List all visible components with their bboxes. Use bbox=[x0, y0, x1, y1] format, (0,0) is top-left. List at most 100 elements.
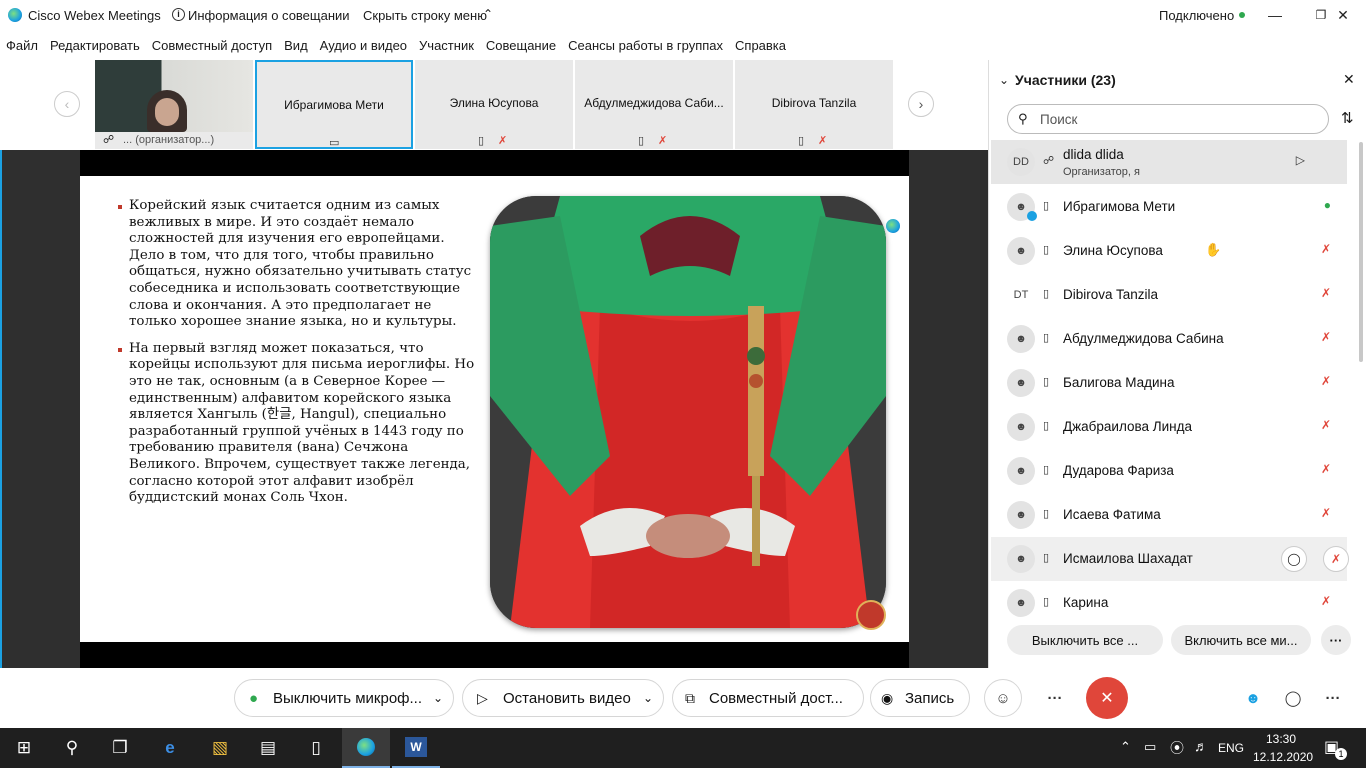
thumbnail-participant[interactable]: Абдулмеджидова Саби... ▯ ✗ bbox=[575, 60, 733, 149]
status-dot-icon bbox=[1239, 12, 1245, 18]
participant-row[interactable]: ☻ ▯ Карина ✗ bbox=[991, 581, 1347, 625]
more-panels-button[interactable]: ··· bbox=[1314, 679, 1352, 717]
participant-search[interactable]: ⚲ Поиск bbox=[1007, 104, 1329, 134]
menu-share[interactable]: Совместный доступ bbox=[152, 38, 272, 53]
store-icon[interactable]: ▤ bbox=[244, 728, 292, 768]
video-camera-icon: ▷ bbox=[1295, 153, 1305, 167]
tray-chevron-up-icon[interactable]: ⌃ bbox=[1120, 739, 1131, 755]
mute-all-button[interactable]: Выключить все ... bbox=[1007, 625, 1163, 655]
word-icon[interactable]: W bbox=[392, 728, 440, 768]
stop-video-button[interactable]: ▷ Остановить видео ⌄ bbox=[462, 679, 664, 717]
battery-icon[interactable]: ▭ bbox=[1144, 739, 1156, 755]
participant-row[interactable]: ☻ ▯ Элина Юсупова ✋ ✗ bbox=[991, 229, 1347, 273]
document-icon[interactable]: ▯ bbox=[292, 728, 340, 768]
word-logo-icon: W bbox=[405, 737, 427, 757]
thumbnail-organizer[interactable]: ☍ ... (организатор...) bbox=[95, 60, 253, 149]
participant-name: Дударова Фариза bbox=[1063, 463, 1174, 478]
chevron-down-icon[interactable]: ⌄ bbox=[433, 691, 443, 705]
menu-file[interactable]: Файл bbox=[6, 38, 38, 53]
hide-menu-button[interactable]: Скрыть строку меню bbox=[363, 0, 487, 30]
phone-icon: ▯ bbox=[1043, 508, 1050, 520]
connection-status: Подключено bbox=[1159, 7, 1235, 23]
slide-text: Корейский язык считается одним из самых … bbox=[116, 198, 476, 517]
menu-help[interactable]: Справка bbox=[735, 38, 786, 53]
raised-hand-icon: ✋ bbox=[1205, 242, 1222, 257]
thumbnail-participant[interactable]: Ибрагимова Мети ▭ bbox=[255, 60, 413, 149]
end-call-button[interactable]: ✕ bbox=[1086, 677, 1128, 719]
prev-thumbnails-button[interactable]: ‹ bbox=[54, 91, 80, 117]
participant-row[interactable]: ☻ ▯ Абдулмеджидова Сабина ✗ bbox=[991, 317, 1347, 361]
start-windows-icon[interactable]: ⊞ bbox=[0, 728, 48, 768]
avatar: ☻ bbox=[1007, 501, 1035, 529]
slide-photo-hanbok bbox=[490, 196, 886, 628]
headset-icon: ☍ bbox=[103, 134, 115, 146]
menu-view[interactable]: Вид bbox=[284, 38, 308, 53]
task-view-icon[interactable]: ❐ bbox=[96, 728, 144, 768]
mic-muted-icon: ✗ bbox=[1320, 286, 1331, 300]
chat-panel-button[interactable]: ◯ bbox=[1274, 679, 1312, 717]
close-panel-button[interactable]: ✕ bbox=[1343, 71, 1355, 88]
phone-icon: ▯ bbox=[1043, 200, 1050, 212]
slide-paragraph: На первый взгляд может показаться, что к… bbox=[116, 341, 476, 507]
participants-panel: ⌄ Участники (23) ✕ ⚲ Поиск ⇅ DD ☍ dlida … bbox=[988, 60, 1366, 668]
headset-icon: ☍ bbox=[1043, 155, 1055, 167]
avatar: ☻ bbox=[1007, 413, 1035, 441]
participant-row[interactable]: ☻ ▯ Балигова Мадина ✗ bbox=[991, 361, 1347, 405]
sort-icon[interactable]: ⇅ bbox=[1341, 109, 1354, 127]
mic-muted-icon: ✗ bbox=[1320, 594, 1331, 608]
reactions-button[interactable]: ☺ bbox=[984, 679, 1022, 717]
clock-date[interactable]: 12.12.2020 bbox=[1253, 750, 1313, 764]
more-actions-button[interactable]: ··· bbox=[1036, 679, 1074, 717]
edge-browser-icon[interactable]: e bbox=[146, 728, 194, 768]
meeting-info-button[interactable]: Информация о совещании bbox=[188, 0, 350, 30]
mic-muted-button[interactable]: ✗ bbox=[1323, 546, 1349, 572]
share-icon: ⧉ bbox=[685, 689, 695, 706]
search-input[interactable]: Поиск bbox=[1040, 112, 1077, 127]
menu-meeting[interactable]: Совещание bbox=[486, 38, 556, 53]
avatar: ☻ bbox=[1007, 589, 1035, 617]
participant-row[interactable]: ☻ ▯ Исмаилова Шахадат ◯ ✗ bbox=[991, 537, 1349, 581]
share-button[interactable]: ⧉ Совместный дост... bbox=[672, 679, 864, 717]
participants-panel-button[interactable]: ☻ bbox=[1234, 679, 1272, 717]
collapse-chevron-icon[interactable]: ⌄ bbox=[999, 73, 1009, 87]
mute-button[interactable]: ● Выключить микроф... ⌄ bbox=[234, 679, 454, 717]
windows-taskbar: ⊞ ⚲ ❐ e ▧ ▤ ▯ W ⌃ ▭ ⦿ ♬ ENG 13:30 12.12.… bbox=[0, 728, 1366, 768]
slide-paragraph: Корейский язык считается одним из самых … bbox=[116, 198, 476, 331]
wifi-icon[interactable]: ⦿ bbox=[1170, 738, 1184, 758]
close-window-button[interactable]: ✕ bbox=[1320, 0, 1366, 30]
clock-time[interactable]: 13:30 bbox=[1266, 732, 1296, 746]
video-thumbnail-strip: ‹ ☍ ... (организатор...) Ибрагимова Мети… bbox=[0, 60, 988, 150]
more-options-button[interactable]: ··· bbox=[1321, 625, 1351, 655]
unmute-all-button[interactable]: Включить все ми... bbox=[1171, 625, 1311, 655]
thumbnail-participant[interactable]: Dibirova Tanzila ▯ ✗ bbox=[735, 60, 893, 149]
menu-edit[interactable]: Редактировать bbox=[50, 38, 140, 53]
participant-row[interactable]: ☻ ▯ Исаева Фатима ✗ bbox=[991, 493, 1347, 537]
annotation-logo-icon bbox=[886, 219, 900, 233]
record-button[interactable]: ◉ Запись bbox=[870, 679, 970, 717]
participant-row[interactable]: DT ▯ Dibirova Tanzila ✗ bbox=[991, 273, 1347, 317]
file-explorer-icon[interactable]: ▧ bbox=[196, 728, 244, 768]
phone-icon: ▯ bbox=[1043, 420, 1050, 432]
participant-row[interactable]: ☻ ▯ Дударова Фариза ✗ bbox=[991, 449, 1347, 493]
webex-taskbar-icon[interactable] bbox=[342, 728, 390, 768]
stop-video-label: Остановить видео bbox=[503, 689, 631, 707]
participant-row[interactable]: DD ☍ dlida dlida Организатор, я ▷ bbox=[991, 140, 1347, 184]
panel-scrollbar[interactable] bbox=[1359, 142, 1363, 362]
mic-muted-icon: ✗ bbox=[1320, 418, 1331, 432]
participant-row[interactable]: ☻ ▯ Джабраилова Линда ✗ bbox=[991, 405, 1347, 449]
menu-breakout[interactable]: Сеансы работы в группах bbox=[568, 38, 723, 53]
menu-audio-video[interactable]: Аудио и видео bbox=[320, 38, 407, 53]
next-thumbnails-button[interactable]: › bbox=[908, 91, 934, 117]
volume-icon[interactable]: ♬ bbox=[1194, 738, 1208, 754]
menu-participant[interactable]: Участник bbox=[419, 38, 474, 53]
taskbar-search-icon[interactable]: ⚲ bbox=[48, 728, 96, 768]
minimize-button[interactable]: — bbox=[1252, 0, 1298, 30]
chevron-down-icon[interactable]: ⌄ bbox=[643, 691, 653, 705]
thumbnail-participant[interactable]: Элина Юсупова ▯ ✗ bbox=[415, 60, 573, 149]
language-indicator[interactable]: ENG bbox=[1218, 741, 1244, 755]
thumbnail-name: Ибрагимова Мети bbox=[284, 98, 384, 112]
chat-icon[interactable]: ◯ bbox=[1281, 546, 1307, 572]
webex-app-icon bbox=[1027, 211, 1037, 221]
mic-muted-icon: ✗ bbox=[658, 135, 668, 147]
participant-row[interactable]: ☻ ▯ Ибрагимова Мети ● bbox=[991, 185, 1347, 229]
